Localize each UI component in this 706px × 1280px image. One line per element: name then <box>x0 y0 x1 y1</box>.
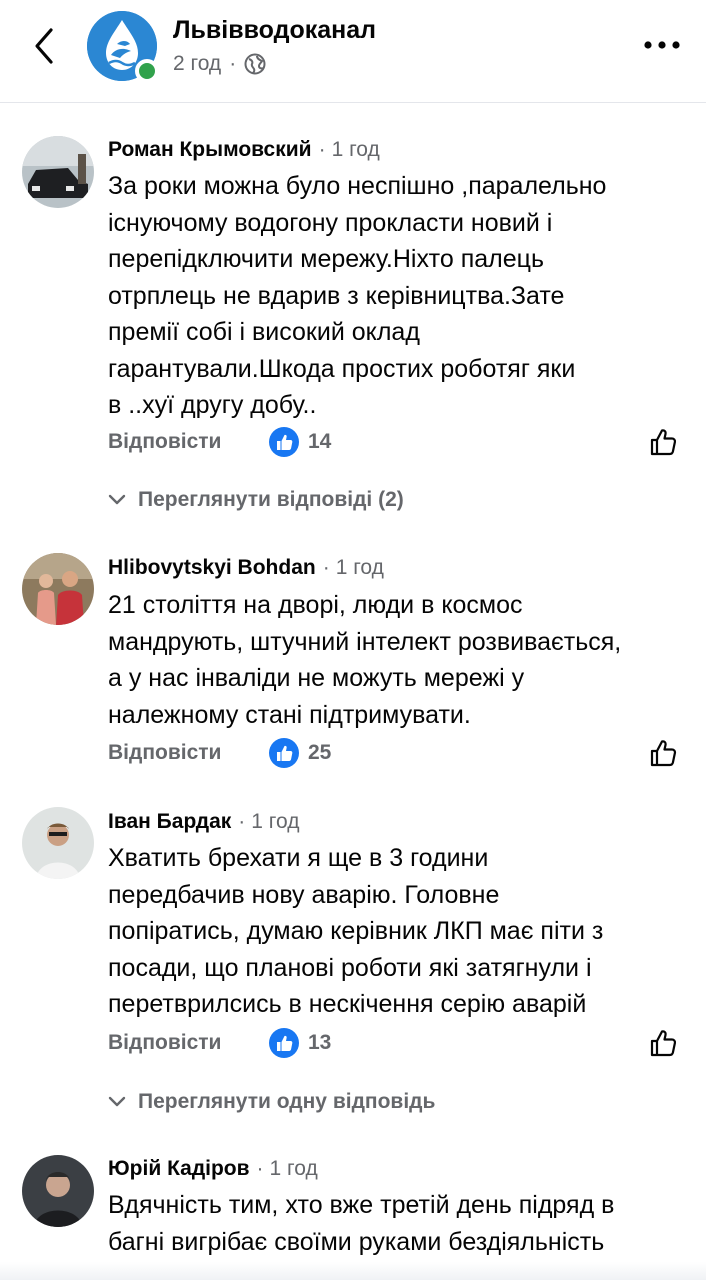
view-replies-label: Переглянути одну відповідь <box>138 1090 436 1113</box>
people-photo-avatar-icon <box>22 553 94 625</box>
thumbs-up-outline-icon <box>650 1030 677 1057</box>
globe-icon <box>244 53 266 75</box>
like-button[interactable] <box>646 424 682 460</box>
reply-button[interactable]: Відповісти <box>108 430 221 454</box>
like-button[interactable] <box>646 1025 682 1061</box>
comment-text: 21 століття на дворі, люди в космос манд… <box>108 591 622 729</box>
comment-header: Юрій Кадіров · 1 год <box>108 1157 318 1181</box>
reaction-summary[interactable]: 13 <box>268 1027 331 1059</box>
like-reaction-icon <box>269 1028 299 1058</box>
comment-time[interactable]: 1 год <box>332 138 380 162</box>
more-dots-icon <box>644 41 680 49</box>
comment-actions: Відповісти 25 <box>108 735 698 775</box>
comment-author[interactable]: Роман Крымовский <box>108 138 312 162</box>
comment-author[interactable]: Hlibovytskyi Bohdan <box>108 556 316 580</box>
like-count: 13 <box>308 1031 332 1054</box>
avatar[interactable] <box>22 1155 94 1227</box>
separator-dot: · <box>322 556 330 579</box>
thumbs-up-outline-icon <box>650 740 677 767</box>
comment-actions: Відповісти 14 <box>108 424 698 464</box>
comment-text: Хватить брехати я ще в 3 години передбач… <box>108 844 604 1018</box>
view-replies-button[interactable]: Переглянути відповіді (2) <box>108 488 404 512</box>
post-meta: 2 год · <box>173 52 266 76</box>
separator-dot: · <box>256 1157 264 1180</box>
reply-button[interactable]: Відповісти <box>108 1031 221 1055</box>
chevron-down-icon <box>108 1096 126 1107</box>
separator-dot: · <box>318 138 326 161</box>
comment-time[interactable]: 1 год <box>336 556 384 580</box>
post-time: 2 год <box>173 52 222 75</box>
avatar[interactable] <box>22 807 94 879</box>
like-count: 25 <box>308 741 332 764</box>
separator-dot: · <box>238 810 246 833</box>
meta-separator: · <box>229 52 237 75</box>
online-status-indicator <box>135 59 159 83</box>
reply-button[interactable]: Відповісти <box>108 741 221 765</box>
avatar[interactable] <box>22 136 94 208</box>
chevron-down-icon <box>108 494 126 505</box>
like-reaction-icon <box>269 738 299 768</box>
comment-header: Роман Крымовский · 1 год <box>108 138 380 162</box>
comment-author[interactable]: Юрій Кадіров <box>108 1157 250 1181</box>
like-count: 14 <box>308 430 332 453</box>
chevron-left-icon <box>35 28 53 64</box>
thumbs-up-outline-icon <box>650 429 677 456</box>
comment-header: Іван Бардак · 1 год <box>108 810 299 834</box>
bottom-fade <box>0 1262 706 1280</box>
comment-author[interactable]: Іван Бардак <box>108 810 231 834</box>
comment-time[interactable]: 1 год <box>270 1157 318 1181</box>
man-photo-avatar-icon <box>22 807 94 879</box>
like-button[interactable] <box>646 735 682 771</box>
reaction-summary[interactable]: 14 <box>268 426 331 458</box>
comment-text: Вдячність тим, хто вже третій день підря… <box>108 1191 615 1256</box>
comment-actions: Відповісти 13 <box>108 1025 698 1065</box>
reaction-summary[interactable]: 25 <box>268 737 331 769</box>
comment-header: Hlibovytskyi Bohdan · 1 год <box>108 556 384 580</box>
view-replies-label: Переглянути відповіді (2) <box>138 488 404 511</box>
page-name[interactable]: Львівводоканал <box>173 16 376 45</box>
car-photo-avatar-icon <box>22 136 94 208</box>
man-portrait-avatar-icon <box>22 1155 94 1227</box>
comment-time[interactable]: 1 год <box>251 810 299 834</box>
like-reaction-icon <box>269 427 299 457</box>
avatar[interactable] <box>22 553 94 625</box>
more-options-button[interactable] <box>640 30 684 60</box>
comment-text: За роки можна було неспішно ,паралельно … <box>108 172 607 419</box>
view-replies-button[interactable]: Переглянути одну відповідь <box>108 1090 435 1114</box>
back-button[interactable] <box>24 24 64 68</box>
post-header: Львівводоканал 2 год · <box>0 0 706 103</box>
